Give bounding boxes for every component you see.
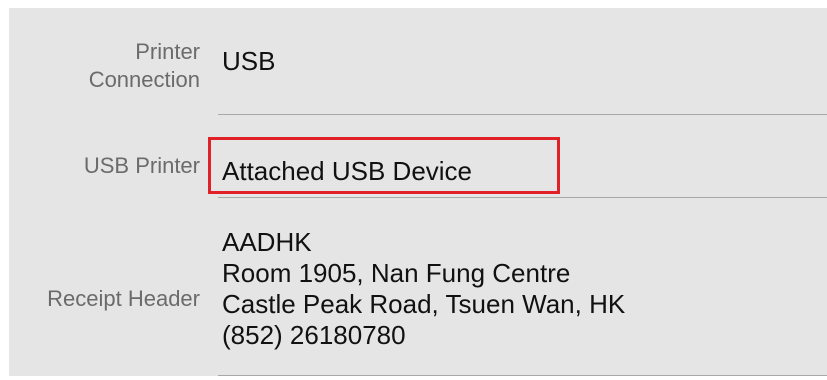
printer-connection-label-line2: Connection bbox=[88, 67, 200, 92]
usb-printer-label: USB Printer bbox=[83, 153, 200, 178]
usb-printer-highlight-box bbox=[208, 137, 560, 194]
receipt-header-line-3: Castle Peak Road, Tsuen Wan, HK bbox=[222, 289, 626, 319]
printer-connection-label-line1: Printer bbox=[135, 39, 200, 64]
receipt-header-label: Receipt Header bbox=[47, 286, 200, 311]
receipt-header-line-2: Room 1905, Nan Fung Centre bbox=[222, 258, 571, 288]
receipt-header-line-4: (852) 26180780 bbox=[222, 320, 406, 350]
receipt-header-line-1: AADHK bbox=[222, 227, 312, 257]
printer-connection-value[interactable]: USB bbox=[222, 46, 275, 77]
printer-connection-label: Printer Connection bbox=[89, 38, 200, 94]
usb-printer-divider bbox=[218, 197, 827, 198]
receipt-header-divider bbox=[218, 375, 827, 376]
receipt-header-value[interactable]: AADHK Room 1905, Nan Fung Centre Castle … bbox=[222, 227, 625, 351]
printer-connection-divider bbox=[218, 114, 827, 115]
